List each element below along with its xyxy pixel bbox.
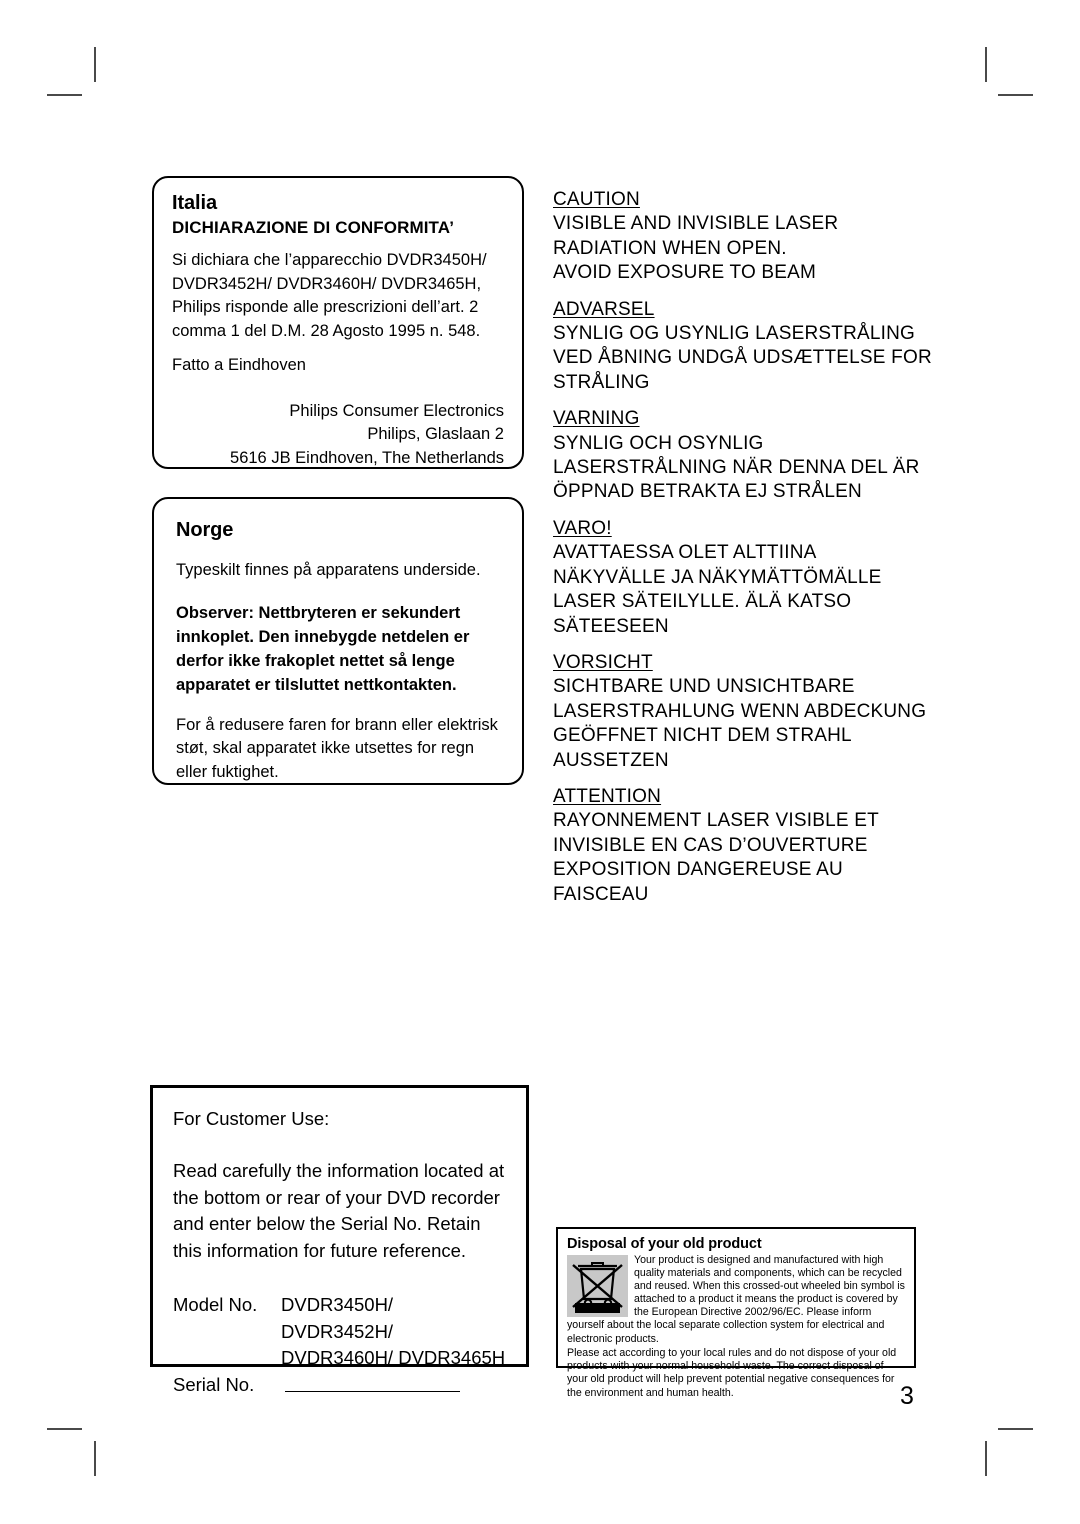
laser-warning-heading: VARO! [553, 517, 612, 539]
italia-paragraph: Si dichiara che l’apparecchio DVDR3450H/… [172, 251, 487, 340]
italia-address-line: Philips, Glaslaan 2 [367, 425, 504, 443]
model-number-value-line2: DVDR3460H/ DVDR3465H [281, 1347, 506, 1368]
norge-title: Norge [176, 519, 234, 541]
crossed-out-wheeled-bin-icon [567, 1255, 628, 1317]
customer-use-fields: Model No. DVDR3450H/ DVDR3452H/ DVDR3460… [173, 1292, 510, 1399]
laser-warning-heading: ATTENTION [553, 785, 662, 807]
model-number-label: Model No. [173, 1294, 258, 1315]
italia-address-line: 5616 JB Eindhoven, The Netherlands [230, 448, 504, 467]
serial-number-row: Serial No. [173, 1372, 510, 1400]
laser-warning-line: AVATTAESSA OLET ALTTIINA [553, 542, 817, 564]
laser-warning-group-varo: VARO! AVATTAESSA OLET ALTTIINA NÄKYVÄLLE… [553, 517, 953, 639]
customer-use-paragraph: Read carefully the information located a… [173, 1160, 505, 1261]
norge-bold-note: Observer: Nettbryteren er sekundert innk… [176, 603, 470, 694]
italia-place: Fatto a Eindhoven [172, 356, 306, 374]
laser-warning-line: AVOID EXPOSURE TO BEAM [553, 262, 817, 284]
laser-warning-line: FAISCEAU [553, 883, 649, 905]
italia-declaration-box: Italia DICHIARAZIONE DI CONFORMITA’ Si d… [152, 176, 524, 469]
laser-warning-line: SICHTBARE UND UNSICHTBARE [553, 676, 855, 698]
laser-warning-line: EXPOSITION DANGEREUSE AU [553, 859, 843, 881]
crop-mark-bottom-left-horizontal [47, 1428, 82, 1430]
crop-mark-top-left-vertical [94, 47, 96, 82]
laser-warning-heading: ADVARSEL [553, 298, 655, 320]
customer-use-box: For Customer Use: Read carefully the inf… [150, 1085, 529, 1395]
laser-warning-line: GEÖFFNET NICHT DEM STRAHL [553, 725, 852, 747]
customer-use-lead: For Customer Use: [173, 1108, 330, 1129]
laser-warning-line: INVISIBLE EN CAS D’OUVERTURE [553, 834, 868, 856]
laser-warning-line: STRÅLING [553, 371, 650, 393]
norge-line1: Typeskilt finnes på apparatens underside… [176, 561, 481, 579]
laser-warning-group-attention: ATTENTION RAYONNEMENT LASER VISIBLE ET I… [553, 785, 953, 907]
document-page: Italia DICHIARAZIONE DI CONFORMITA’ Si d… [0, 0, 1080, 1524]
model-number-row: Model No. DVDR3450H/ DVDR3452H/ DVDR3460… [173, 1292, 510, 1372]
laser-warning-line: SÄTEESEEN [553, 615, 669, 637]
laser-warning-line: VISIBLE AND INVISIBLE LASER [553, 213, 839, 235]
laser-warning-group-caution: CAUTION VISIBLE AND INVISIBLE LASER RADI… [553, 188, 953, 286]
italia-title: Italia [172, 192, 217, 214]
disposal-notice-box: Disposal of your old product Your produc… [556, 1227, 916, 1399]
laser-warning-group-vorsicht: VORSICHT SICHTBARE UND UNSICHTBARE LASER… [553, 651, 953, 773]
laser-warning-line: RAYONNEMENT LASER VISIBLE ET [553, 810, 879, 832]
italia-address-line: Philips Consumer Electronics [289, 401, 504, 420]
serial-number-input[interactable] [285, 1372, 460, 1392]
laser-warning-heading: VORSICHT [553, 651, 653, 673]
serial-number-label: Serial No. [173, 1373, 255, 1395]
laser-warning-line: LASERSTRAHLUNG WENN ABDECKUNG [553, 700, 927, 722]
laser-warning-line: ÖPPNAD BETRAKTA EJ STRÅLEN [553, 481, 862, 503]
crop-mark-bottom-left-vertical [94, 1441, 96, 1476]
disposal-title: Disposal of your old product [567, 1236, 762, 1252]
disposal-paragraph-bottom: Please act according to your local rules… [567, 1346, 897, 1399]
laser-warning-line: RADIATION WHEN OPEN. [553, 237, 787, 259]
crop-mark-top-right-vertical [985, 47, 987, 82]
italia-address: Philips Consumer Electronics Philips, Gl… [172, 400, 504, 471]
crop-mark-bottom-right-horizontal [998, 1428, 1033, 1430]
laser-warning-group-advarsel: ADVARSEL SYNLIG OG USYNLIG LASERSTRÅLING… [553, 298, 953, 396]
laser-warning-line: AUSSETZEN [553, 749, 669, 771]
crop-mark-top-left-horizontal [47, 94, 82, 96]
laser-warning-heading: CAUTION [553, 189, 640, 210]
laser-warning-heading: VARNING [553, 408, 640, 430]
laser-warning-line: SYNLIG OG USYNLIG LASERSTRÅLING [553, 323, 916, 345]
norge-paragraph: For å redusere faren for brann eller ele… [176, 715, 498, 781]
crop-mark-bottom-right-vertical [985, 1441, 987, 1476]
page-number: 3 [900, 1382, 914, 1410]
italia-subtitle: DICHIARAZIONE DI CONFORMITA’ [172, 218, 455, 237]
model-number-value-line1: DVDR3450H/ DVDR3452H/ [281, 1294, 394, 1342]
laser-warning-line: LASERSTRÅLNING NÄR DENNA DEL ÄR [553, 457, 920, 479]
laser-warning-line: LASER SÄTEILYLLE. ÄLÄ KATSO [553, 591, 852, 613]
laser-warning-line: SYNLIG OCH OSYNLIG [553, 432, 764, 454]
norge-notice-box: Norge Typeskilt finnes på apparatens und… [152, 497, 524, 785]
laser-warning-line: VED ÅBNING UNDGÅ UDSÆTTELSE FOR [553, 347, 932, 369]
laser-warning-column: CAUTION VISIBLE AND INVISIBLE LASER RADI… [553, 188, 953, 919]
laser-warning-line: NÄKYVÄLLE JA NÄKYMÄTTÖMÄLLE [553, 566, 882, 588]
laser-warning-group-varning: VARNING SYNLIG OCH OSYNLIG LASERSTRÅLNIN… [553, 407, 953, 505]
crop-mark-top-right-horizontal [998, 94, 1033, 96]
